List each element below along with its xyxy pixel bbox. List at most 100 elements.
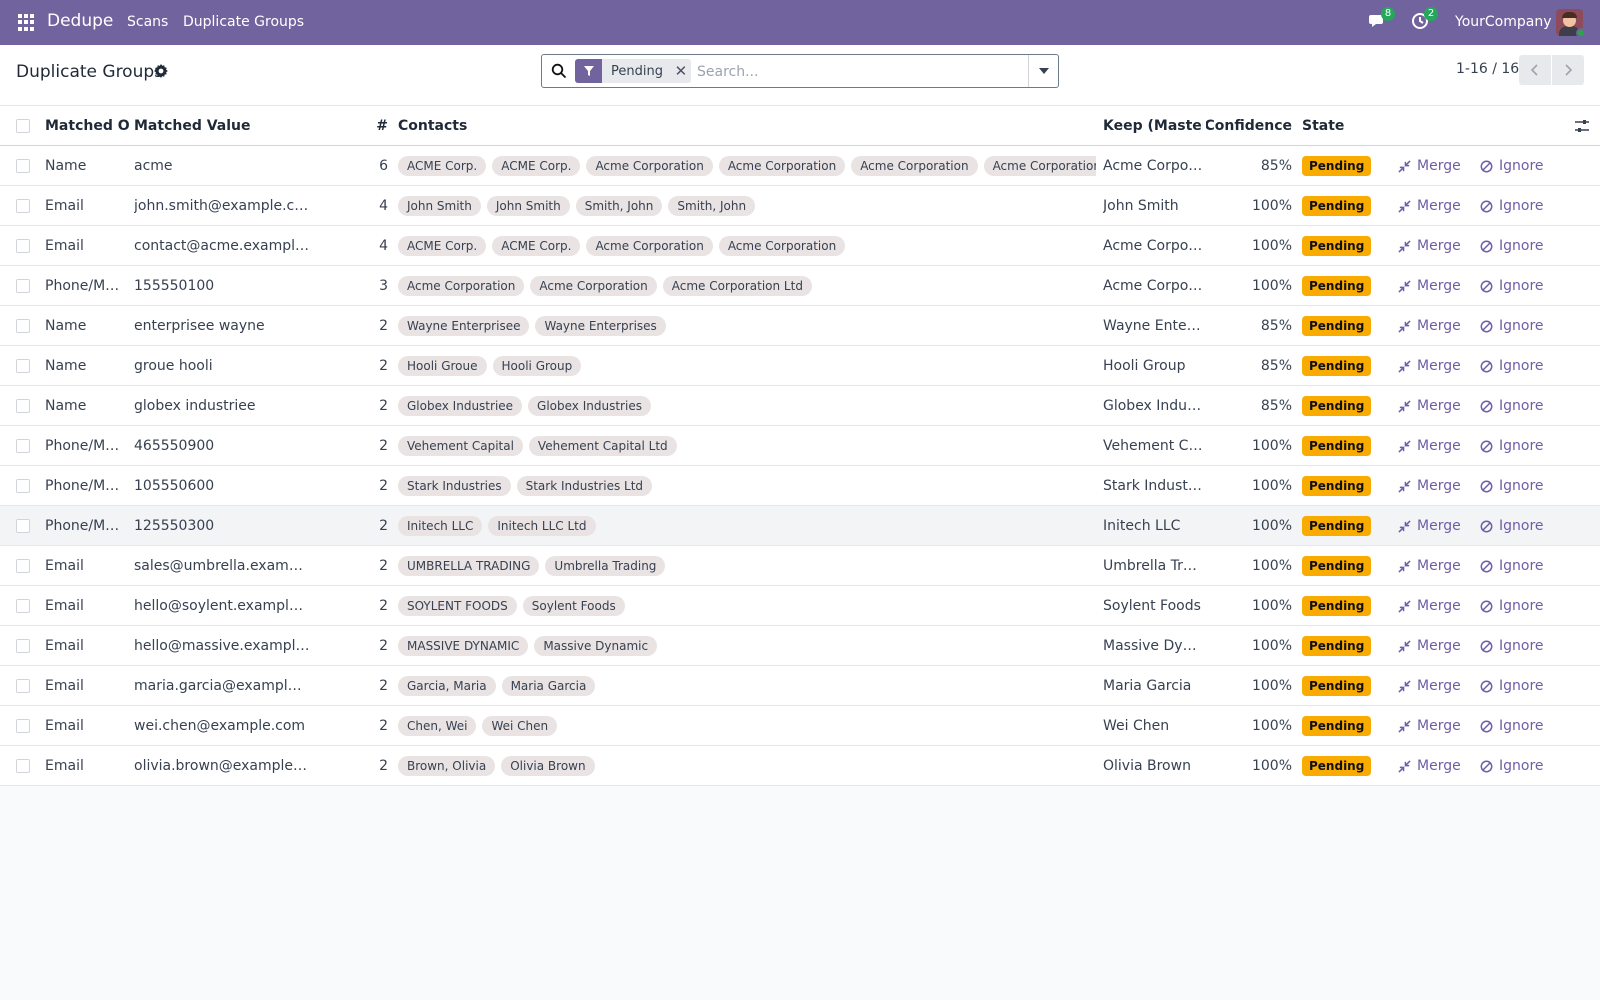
merge-button[interactable]: Merge — [1398, 386, 1470, 426]
column-header-count[interactable]: # — [370, 106, 388, 146]
remove-facet-icon[interactable]: ✕ — [671, 59, 691, 83]
ignore-button[interactable]: Ignore — [1480, 146, 1560, 186]
merge-icon — [1398, 759, 1411, 773]
ignore-button[interactable]: Ignore — [1480, 426, 1560, 466]
row-checkbox[interactable] — [16, 239, 30, 253]
merge-button[interactable]: Merge — [1398, 146, 1470, 186]
row-checkbox[interactable] — [16, 479, 30, 493]
merge-button[interactable]: Merge — [1398, 746, 1470, 786]
merge-button[interactable]: Merge — [1398, 586, 1470, 626]
table-row[interactable]: Name enterprisee wayne 2 Wayne Enterpris… — [0, 306, 1600, 346]
merge-icon — [1398, 519, 1411, 533]
column-header-confidence[interactable]: Confidence — [1206, 106, 1292, 146]
ignore-button[interactable]: Ignore — [1480, 306, 1560, 346]
gear-icon[interactable] — [153, 63, 169, 79]
merge-button[interactable]: Merge — [1398, 266, 1470, 306]
ignore-button[interactable]: Ignore — [1480, 666, 1560, 706]
company-switcher[interactable]: YourCompany — [1455, 14, 1552, 30]
ignore-button[interactable]: Ignore — [1480, 586, 1560, 626]
row-checkbox[interactable] — [16, 759, 30, 773]
ignore-button[interactable]: Ignore — [1480, 186, 1560, 226]
contact-tag: Acme Corporation — [851, 156, 978, 176]
column-header-matched-on[interactable]: Matched On — [45, 106, 129, 146]
optional-columns-icon[interactable] — [1574, 118, 1590, 134]
ignore-button[interactable]: Ignore — [1480, 466, 1560, 506]
merge-button[interactable]: Merge — [1398, 346, 1470, 386]
matched-value-text: olivia.brown@example.c… — [134, 758, 310, 774]
column-header-contacts[interactable]: Contacts — [398, 106, 1096, 146]
table-row[interactable]: Phone/M… 105550600 2 Stark Industries Sta… — [0, 466, 1600, 506]
ignore-button[interactable]: Ignore — [1480, 266, 1560, 306]
ignore-button[interactable]: Ignore — [1480, 746, 1560, 786]
table-row[interactable]: Name globex industriee 2 Globex Industri… — [0, 386, 1600, 426]
table-row[interactable]: Email hello@soylent.example.c… 2 SOYLENT… — [0, 586, 1600, 626]
column-header-state[interactable]: State — [1302, 106, 1372, 146]
row-checkbox[interactable] — [16, 359, 30, 373]
table-row[interactable]: Phone/M… 155550100 3 Acme Corporation Acm… — [0, 266, 1600, 306]
app-name[interactable]: Dedupe — [47, 11, 113, 31]
row-checkbox[interactable] — [16, 679, 30, 693]
ban-icon — [1480, 680, 1493, 692]
row-checkbox[interactable] — [16, 559, 30, 573]
select-all-checkbox[interactable] — [16, 119, 30, 133]
column-header-matched-value[interactable]: Matched Value — [134, 106, 310, 146]
contact-count: 2 — [379, 438, 388, 454]
row-checkbox[interactable] — [16, 519, 30, 533]
table-row[interactable]: Email olivia.brown@example.c… 2 Brown, O… — [0, 746, 1600, 786]
table-row[interactable]: Email john.smith@example.com 4 John Smit… — [0, 186, 1600, 226]
contact-tag: Wayne Enterprises — [535, 316, 666, 336]
ignore-button[interactable]: Ignore — [1480, 226, 1560, 266]
row-checkbox[interactable] — [16, 439, 30, 453]
caret-down-icon — [1038, 68, 1049, 74]
row-checkbox[interactable] — [16, 599, 30, 613]
ignore-button[interactable]: Ignore — [1480, 506, 1560, 546]
confidence-value: 100% — [1251, 278, 1292, 294]
table-row[interactable]: Name groue hooli 2 Hooli Groue Hooli Grou… — [0, 346, 1600, 386]
merge-button[interactable]: Merge — [1398, 626, 1470, 666]
ignore-button[interactable]: Ignore — [1480, 346, 1560, 386]
ignore-button[interactable]: Ignore — [1480, 386, 1560, 426]
row-checkbox[interactable] — [16, 639, 30, 653]
merge-button[interactable]: Merge — [1398, 706, 1470, 746]
activities-button[interactable]: 2 — [1411, 7, 1438, 33]
merge-button[interactable]: Merge — [1398, 666, 1470, 706]
table-row[interactable]: Name acme 6 ACME Corp. ACME Corp. Acme Cor… — [0, 146, 1600, 186]
row-checkbox[interactable] — [16, 319, 30, 333]
menu-scans[interactable]: Scans — [127, 14, 168, 30]
pager-value[interactable]: 1-16 / 16 — [1456, 61, 1519, 77]
table-row[interactable]: Email contact@acme.example.… 4 ACME Corp… — [0, 226, 1600, 266]
row-checkbox[interactable] — [16, 279, 30, 293]
search-input[interactable] — [697, 61, 1017, 83]
messages-button[interactable]: 8 — [1368, 7, 1395, 33]
table-row[interactable]: Email sales@umbrella.example… 2 UMBRELLA… — [0, 546, 1600, 586]
apps-menu-icon[interactable] — [18, 14, 35, 31]
table-row[interactable]: Phone/M… 125550300 2 Initech LLC Initech … — [0, 506, 1600, 546]
search-options-toggle[interactable] — [1028, 55, 1058, 87]
ignore-button[interactable]: Ignore — [1480, 706, 1560, 746]
table-row[interactable]: Email hello@massive.example.… 2 MASSIVE … — [0, 626, 1600, 666]
column-header-keep[interactable]: Keep (Master) — [1103, 106, 1203, 146]
merge-button[interactable]: Merge — [1398, 506, 1470, 546]
row-checkbox[interactable] — [16, 199, 30, 213]
pager-next-button[interactable] — [1552, 55, 1584, 85]
ignore-button[interactable]: Ignore — [1480, 546, 1560, 586]
merge-button[interactable]: Merge — [1398, 306, 1470, 346]
state-cell: Pending — [1302, 666, 1372, 706]
merge-button[interactable]: Merge — [1398, 546, 1470, 586]
pager-previous-button[interactable] — [1519, 55, 1551, 85]
contacts-cell: ACME Corp. ACME Corp. Acme Corporation Acme… — [398, 146, 1096, 186]
row-checkbox[interactable] — [16, 159, 30, 173]
merge-button[interactable]: Merge — [1398, 466, 1470, 506]
merge-button[interactable]: Merge — [1398, 426, 1470, 466]
table-row[interactable]: Email maria.garcia@example.c… 2 Garcia, … — [0, 666, 1600, 706]
ignore-button[interactable]: Ignore — [1480, 626, 1560, 666]
merge-button[interactable]: Merge — [1398, 226, 1470, 266]
menu-duplicate-groups[interactable]: Duplicate Groups — [183, 14, 304, 30]
row-checkbox[interactable] — [16, 399, 30, 413]
merge-button[interactable]: Merge — [1398, 186, 1470, 226]
row-checkbox[interactable] — [16, 719, 30, 733]
table-row[interactable]: Email wei.chen@example.com 2 Chen, Wei We… — [0, 706, 1600, 746]
merge-icon — [1398, 719, 1411, 733]
contact-tag: Wayne Enterprisee — [398, 316, 530, 336]
table-row[interactable]: Phone/M… 465550900 2 Vehement Capital Veh… — [0, 426, 1600, 466]
